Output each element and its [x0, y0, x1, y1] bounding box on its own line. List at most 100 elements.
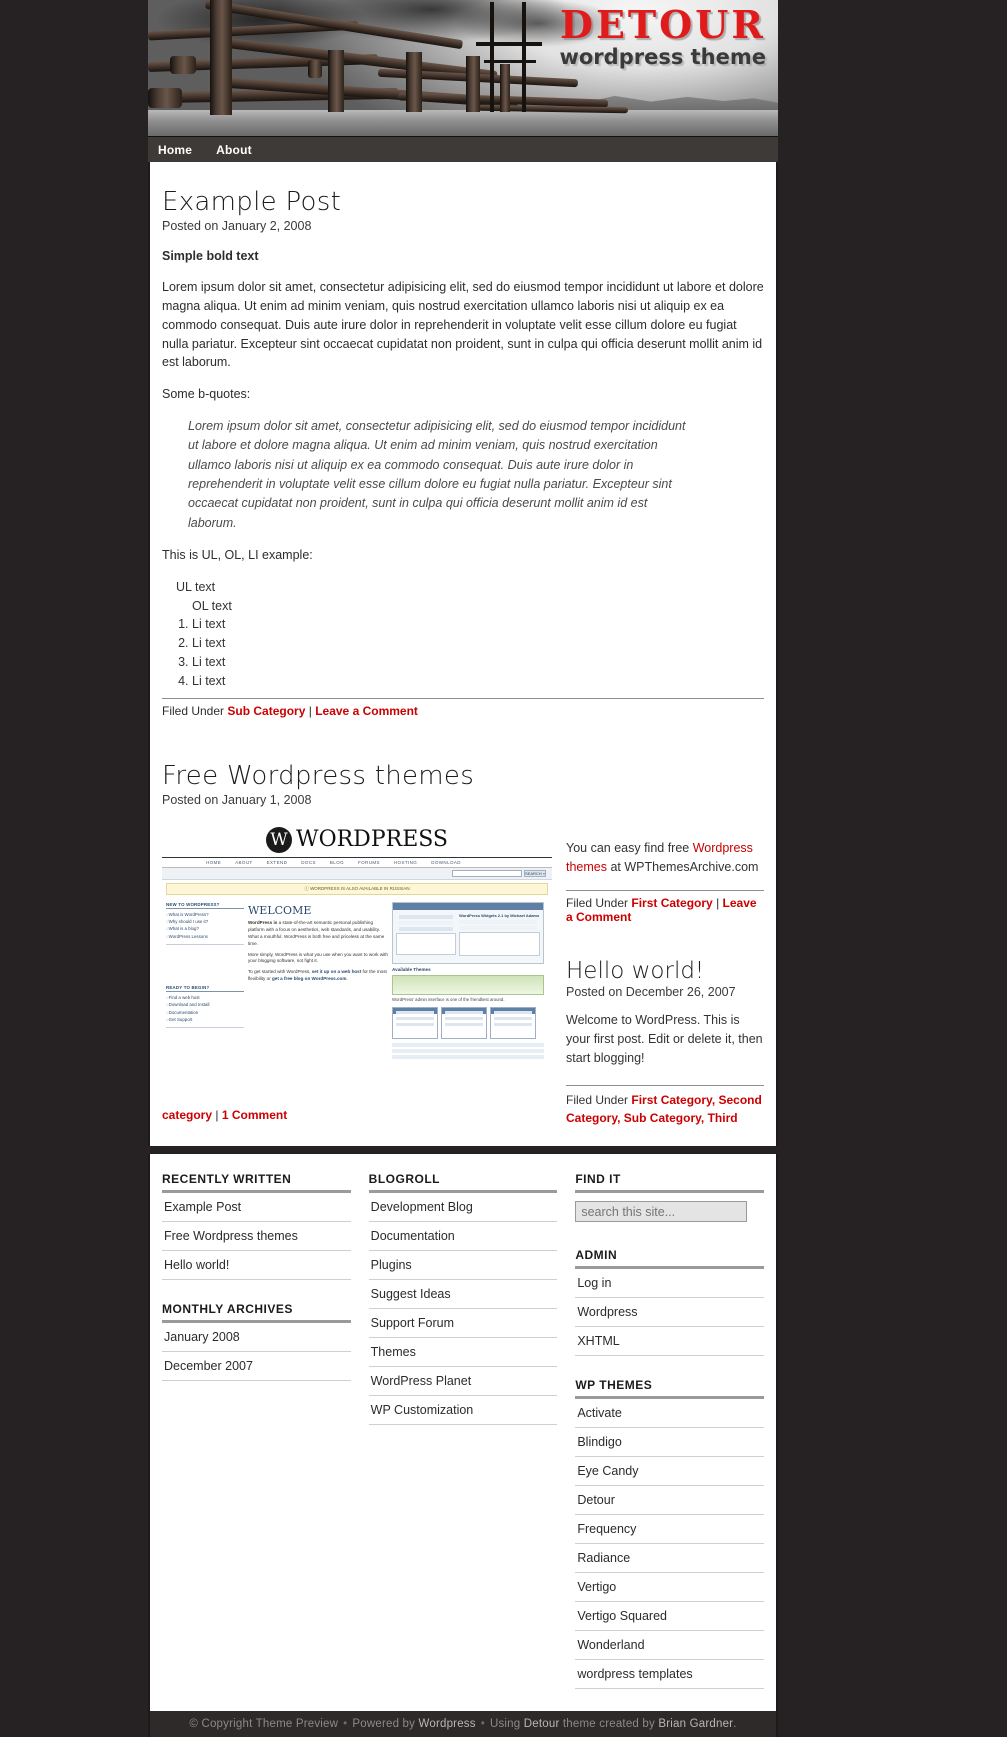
- list-item[interactable]: XHTML: [575, 1327, 765, 1356]
- post-date: Posted on January 2, 2008: [162, 218, 312, 233]
- widget-link[interactable]: Support Forum: [369, 1309, 558, 1337]
- list-item[interactable]: Detour: [575, 1486, 765, 1515]
- post-meta: Filed Under Sub Category | Leave a Comme…: [162, 698, 764, 718]
- post-date: Posted on January 1, 2008: [162, 792, 312, 807]
- list-item[interactable]: Vertigo Squared: [575, 1602, 765, 1631]
- post-category-link[interactable]: First Category: [631, 896, 712, 910]
- footer-wordpress-link[interactable]: Wordpress: [419, 1718, 476, 1730]
- nav-item-home[interactable]: Home: [158, 143, 206, 157]
- widget-link[interactable]: Themes: [369, 1338, 558, 1366]
- widget-link[interactable]: Example Post: [162, 1193, 351, 1221]
- widget-link[interactable]: Detour: [575, 1486, 764, 1514]
- wp-nav-item: What is WordPress?: [166, 911, 244, 918]
- wp-logo-row: WORDPRESS: [162, 821, 552, 853]
- widget-link[interactable]: Wonderland: [575, 1631, 764, 1659]
- widget-link[interactable]: Blindigo: [575, 1428, 764, 1456]
- list-item[interactable]: WordPress Planet: [368, 1367, 558, 1396]
- wp-theme-thumbnail: [441, 1007, 487, 1040]
- wordpress-logo-icon: [265, 826, 292, 853]
- footer-widgets: RECENTLY WRITTEN Example Post Free Wordp…: [148, 1154, 778, 1711]
- fence-gate-mast: [490, 2, 494, 112]
- list-item[interactable]: Radiance: [575, 1544, 765, 1573]
- wp-menu-item: HOSTING: [393, 859, 418, 865]
- list-item[interactable]: December 2007: [162, 1352, 351, 1381]
- widget-link[interactable]: Hello world!: [162, 1251, 351, 1279]
- widget-list-recently-written: Example Post Free Wordpress themes Hello…: [162, 1193, 351, 1280]
- search-input[interactable]: [575, 1201, 748, 1222]
- list-item[interactable]: Wordpress: [575, 1298, 765, 1327]
- post-comments-link[interactable]: 1 Comment: [222, 1108, 287, 1122]
- widget-link[interactable]: January 2008: [162, 1323, 351, 1351]
- post-title[interactable]: Hello world!: [566, 958, 764, 984]
- list-item[interactable]: January 2008: [162, 1323, 351, 1352]
- nav-item-about[interactable]: About: [216, 143, 266, 157]
- post-category-link[interactable]: Sub Category: [227, 704, 305, 718]
- list-item[interactable]: Log in: [575, 1269, 765, 1298]
- widget-column-1: RECENTLY WRITTEN Example Post Free Wordp…: [162, 1172, 351, 1689]
- list-item[interactable]: Support Forum: [368, 1309, 558, 1338]
- list-item[interactable]: Development Blog: [368, 1193, 558, 1222]
- wp-theme-thumbnail: [490, 1007, 536, 1040]
- widget-link[interactable]: Vertigo Squared: [575, 1602, 764, 1630]
- list-item[interactable]: Themes: [368, 1338, 558, 1367]
- widget-link[interactable]: Log in: [575, 1269, 764, 1297]
- widget-link[interactable]: XHTML: [575, 1327, 764, 1355]
- list-item[interactable]: Activate: [575, 1399, 765, 1428]
- post-category-footer: category | 1 Comment: [162, 1108, 552, 1122]
- list-item[interactable]: Suggest Ideas: [368, 1280, 558, 1309]
- fence-gate-crossbar: [484, 60, 536, 63]
- list-item[interactable]: Documentation: [368, 1222, 558, 1251]
- filed-under-label: Filed Under: [162, 704, 225, 719]
- footer-detour-link[interactable]: Detour: [524, 1718, 560, 1730]
- footer-powered-prefix: Powered by: [352, 1718, 416, 1730]
- widget-link[interactable]: Eye Candy: [575, 1457, 764, 1485]
- widget-link[interactable]: WordPress Planet: [369, 1367, 558, 1395]
- main-content: Example Post Posted on January 2, 2008 S…: [148, 162, 778, 1146]
- widget-column-3: FIND IT ADMIN Log in Wordpress XHTML WP …: [575, 1172, 765, 1689]
- widget-link[interactable]: Frequency: [575, 1515, 764, 1543]
- widget-link[interactable]: Free Wordpress themes: [162, 1222, 351, 1250]
- widget-link[interactable]: December 2007: [162, 1352, 351, 1380]
- divider: [166, 944, 244, 945]
- wp-search-button: SEARCH »: [524, 869, 546, 877]
- widget-link[interactable]: Development Blog: [369, 1193, 558, 1221]
- list-item: Li text: [192, 634, 764, 653]
- widget-link[interactable]: WP Customization: [369, 1396, 558, 1424]
- list-item[interactable]: Frequency: [575, 1515, 765, 1544]
- post-title[interactable]: Free Wordpress themes: [162, 762, 764, 791]
- list-item[interactable]: Free Wordpress themes: [162, 1222, 351, 1251]
- list-item[interactable]: Eye Candy: [575, 1457, 765, 1486]
- widget-link[interactable]: Suggest Ideas: [369, 1280, 558, 1308]
- list-item[interactable]: Example Post: [162, 1193, 351, 1222]
- widget-link[interactable]: Radiance: [575, 1544, 764, 1572]
- site-logo[interactable]: DETOUR wordpress theme: [559, 6, 766, 69]
- widget-link[interactable]: Wordpress: [575, 1298, 764, 1326]
- wp-body: NEW TO WORDPRESS? What is WordPress? Why…: [162, 898, 552, 1061]
- list-item[interactable]: Wonderland: [575, 1631, 765, 1660]
- widget-link[interactable]: Activate: [575, 1399, 764, 1427]
- site-header: DETOUR wordpress theme: [148, 0, 778, 136]
- list-item[interactable]: Vertigo: [575, 1573, 765, 1602]
- list-item: UL text: [176, 579, 216, 594]
- fence-gate-mast: [522, 2, 526, 112]
- site-logo-title: DETOUR: [559, 2, 766, 47]
- widget-link[interactable]: Documentation: [369, 1222, 558, 1250]
- filed-under-label: Filed Under: [566, 1092, 629, 1107]
- footer-author-link[interactable]: Brian Gardner: [658, 1718, 733, 1730]
- list-item[interactable]: Plugins: [368, 1251, 558, 1280]
- post-category-link[interactable]: category: [162, 1108, 212, 1122]
- main-navigation[interactable]: Home About: [148, 136, 778, 162]
- list-item[interactable]: wordpress templates: [575, 1660, 765, 1689]
- wp-menu-item: DOWNLOAD: [431, 859, 461, 865]
- widget-link[interactable]: wordpress templates: [575, 1660, 764, 1688]
- footer-using-mid: theme created by: [562, 1718, 655, 1730]
- widget-link[interactable]: Vertigo: [575, 1573, 764, 1601]
- post-comments-link[interactable]: Leave a Comment: [315, 704, 418, 718]
- list-item[interactable]: WP Customization: [368, 1396, 558, 1425]
- list-item[interactable]: Blindigo: [575, 1428, 765, 1457]
- wp-available-themes-heading: Available Themes: [392, 966, 431, 972]
- widget-link[interactable]: Plugins: [369, 1251, 558, 1279]
- post-meta: Filed Under First Category, Second Categ…: [566, 1084, 764, 1128]
- list-item[interactable]: Hello world!: [162, 1251, 351, 1280]
- post-title[interactable]: Example Post: [162, 188, 764, 217]
